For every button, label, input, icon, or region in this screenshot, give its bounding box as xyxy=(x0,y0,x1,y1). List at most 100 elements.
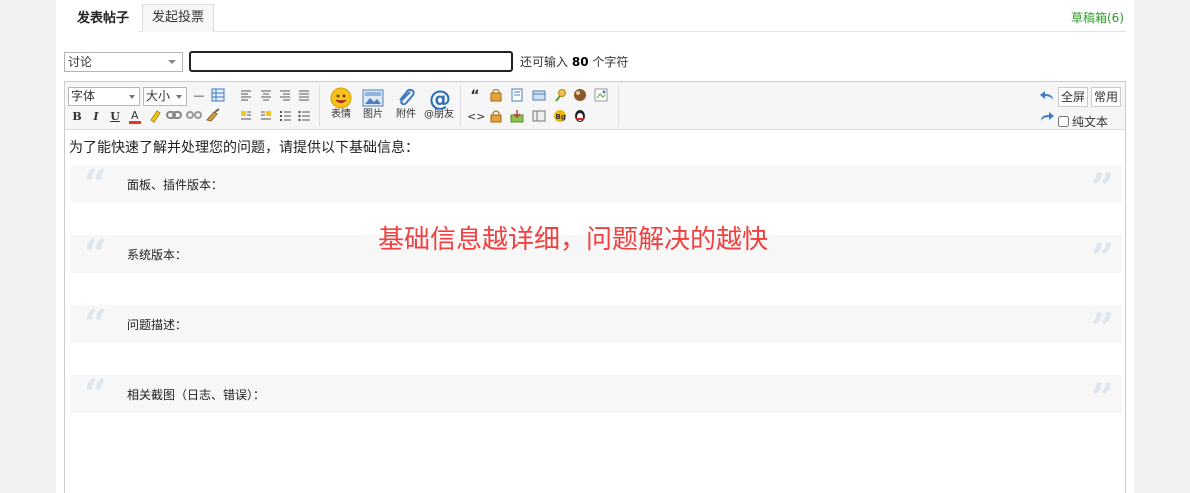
align-justify-button[interactable] xyxy=(296,88,312,104)
open-quote-icon: “ xyxy=(84,301,108,348)
subject-row: 讨论 还可输入 80 个字符 xyxy=(64,51,1124,72)
post-panel: 发表帖子 发起投票 草稿箱(6) 讨论 还可输入 80 个字符 字体 大小 — … xyxy=(56,0,1134,493)
unlink-icon xyxy=(186,111,202,119)
ball-icon xyxy=(574,89,586,101)
open-quote-icon: “ xyxy=(84,161,108,208)
broken-image-icon xyxy=(594,88,608,102)
fullscreen-button[interactable]: 全屏 xyxy=(1058,87,1089,107)
align-left-button[interactable] xyxy=(238,88,254,104)
align-center-icon xyxy=(261,90,271,101)
index-button[interactable] xyxy=(531,109,547,125)
image-button[interactable]: 图片 xyxy=(358,87,388,121)
subject-field[interactable] xyxy=(189,51,513,72)
open-quote-icon: “ xyxy=(84,371,108,418)
quote-text: 面板、插件版本： xyxy=(127,178,224,192)
attachment-button[interactable]: 附件 xyxy=(391,87,421,121)
quote-block: “ 问题描述： ” xyxy=(70,301,1122,349)
float-right-button[interactable] xyxy=(258,109,274,125)
text-color-icon: A xyxy=(129,109,141,124)
tab-new-post[interactable]: 发表帖子 xyxy=(68,4,139,33)
quote-block: “ 面板、插件版本： ” xyxy=(70,161,1122,209)
bg-button[interactable]: Bg xyxy=(552,109,568,125)
tab-new-poll[interactable]: 发起投票 xyxy=(142,4,215,32)
ordered-list-button[interactable] xyxy=(277,109,293,125)
unordered-list-button[interactable] xyxy=(296,109,312,125)
page-button[interactable] xyxy=(509,88,525,104)
remaining-chars: 还可输入 80 个字符 xyxy=(520,53,628,70)
table-button[interactable] xyxy=(210,88,226,104)
media-button[interactable] xyxy=(531,88,547,104)
common-button[interactable]: 常用 xyxy=(1091,87,1122,107)
at-friend-button[interactable]: @ @朋友 xyxy=(424,87,454,121)
lock-icon xyxy=(490,110,502,123)
align-right-icon xyxy=(280,90,290,101)
plaintext-label: 纯文本 xyxy=(1072,115,1109,129)
text-color-button[interactable]: A xyxy=(127,108,143,124)
intro-text: 为了能快速了解并处理您的问题，请提供以下基础信息： xyxy=(69,140,419,156)
plaintext-checkbox[interactable] xyxy=(1058,116,1069,127)
post-tabs: 发表帖子 发起投票 xyxy=(68,4,1126,33)
at-friend-label: @朋友 xyxy=(424,109,454,120)
underline-button[interactable]: U xyxy=(107,109,123,125)
svg-text:A: A xyxy=(131,109,139,122)
undo-button[interactable] xyxy=(1039,89,1055,105)
code-button[interactable]: <> xyxy=(467,109,485,125)
hr-button[interactable]: — xyxy=(191,88,207,104)
link-button[interactable] xyxy=(166,108,182,124)
hide-button[interactable] xyxy=(488,109,504,125)
float-right-icon xyxy=(261,111,271,120)
toolbar-divider xyxy=(460,86,461,126)
unlink-button[interactable] xyxy=(186,108,202,124)
award-button[interactable] xyxy=(552,88,568,104)
redo-button[interactable] xyxy=(1039,110,1055,126)
close-quote-icon: ” xyxy=(1090,305,1114,352)
flash-button[interactable] xyxy=(572,88,588,104)
toolbar-divider xyxy=(618,86,619,126)
qq-button[interactable] xyxy=(572,109,588,125)
font-size-label: 大小 xyxy=(146,89,171,103)
table-icon xyxy=(211,88,225,102)
index-icon xyxy=(532,110,546,122)
quote-text: 系统版本： xyxy=(127,248,188,262)
italic-button[interactable]: I xyxy=(88,109,104,125)
float-left-button[interactable] xyxy=(238,109,254,125)
editor-content[interactable]: 为了能快速了解并处理您的问题，请提供以下基础信息： “ 面板、插件版本： ” “… xyxy=(65,131,1125,493)
font-family-select[interactable]: 字体 xyxy=(68,87,140,106)
chevron-down-icon xyxy=(168,60,176,64)
chevron-down-icon xyxy=(129,95,135,99)
redo-icon xyxy=(1041,112,1054,121)
unordered-list-icon xyxy=(298,110,310,122)
open-quote-icon: “ xyxy=(84,231,108,278)
free-button[interactable] xyxy=(488,88,504,104)
close-quote-icon: ” xyxy=(1090,235,1114,282)
hint-text: 基础信息越详细，问题解决的越快 xyxy=(378,225,769,255)
penguin-icon xyxy=(575,110,585,122)
bg-color-button[interactable] xyxy=(147,108,163,124)
download-button[interactable] xyxy=(509,109,525,125)
editor-toolbar: 字体 大小 — B I U A 表情 图片 附件 @ @朋友 “ <> Bg 全… xyxy=(65,82,1125,130)
align-right-button[interactable] xyxy=(277,88,293,104)
subject-input[interactable] xyxy=(191,53,511,70)
remaining-count: 80 xyxy=(571,55,589,69)
close-quote-icon: ” xyxy=(1090,165,1114,212)
thread-type-select[interactable]: 讨论 xyxy=(64,52,183,72)
emotion-button[interactable]: 表情 xyxy=(326,87,356,121)
broken-image-button[interactable] xyxy=(593,88,609,104)
bg-badge-icon: Bg xyxy=(554,110,566,122)
font-family-label: 字体 xyxy=(71,89,96,103)
float-left-icon xyxy=(241,111,251,120)
quote-button[interactable]: “ xyxy=(467,88,483,104)
highlight-icon xyxy=(150,110,161,123)
align-left-icon xyxy=(241,90,251,101)
quote-text: 问题描述： xyxy=(127,318,188,332)
toolbar-divider xyxy=(319,86,320,126)
plaintext-toggle[interactable]: 纯文本 xyxy=(1058,113,1108,130)
align-justify-icon xyxy=(299,90,309,101)
link-icon xyxy=(166,111,182,119)
drafts-link[interactable]: 草稿箱(6) xyxy=(1071,9,1124,26)
align-center-button[interactable] xyxy=(258,88,274,104)
font-size-select[interactable]: 大小 xyxy=(143,87,187,106)
clear-format-button[interactable] xyxy=(205,108,221,124)
bold-button[interactable]: B xyxy=(69,109,85,125)
remaining-suffix: 个字符 xyxy=(592,55,629,69)
